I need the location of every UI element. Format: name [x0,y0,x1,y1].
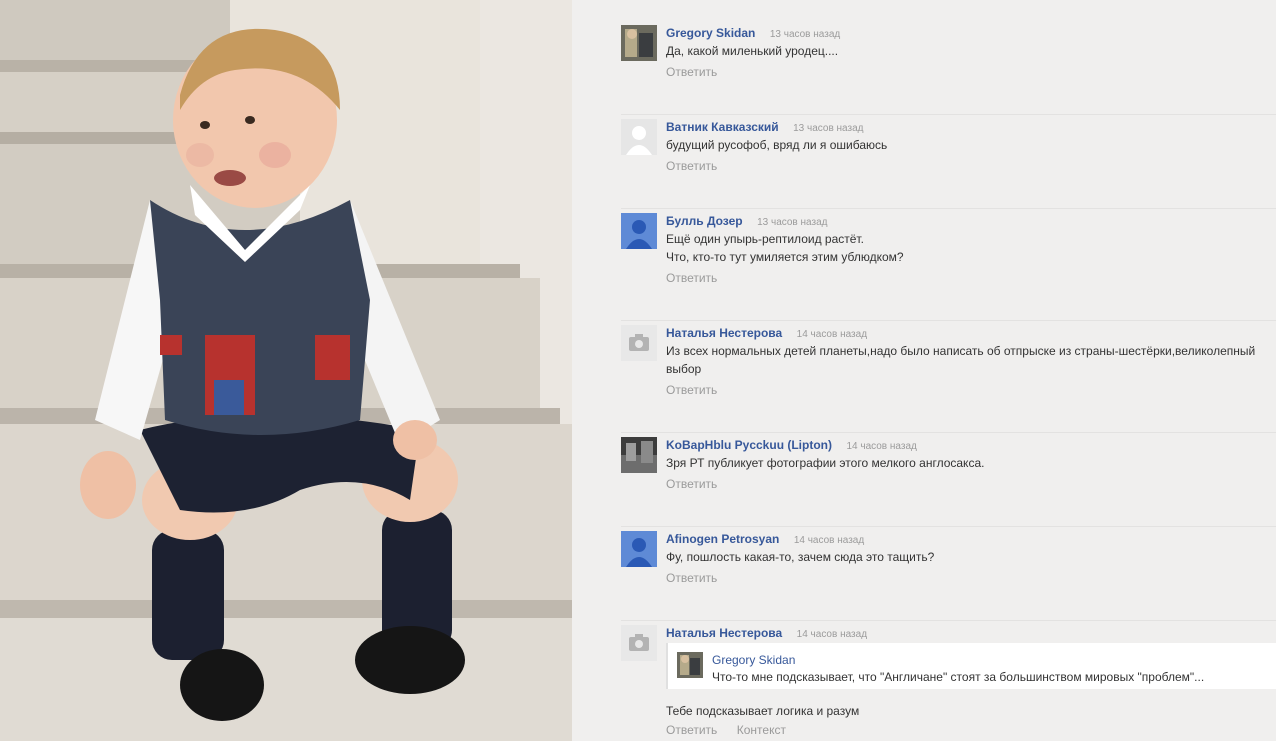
divider [621,526,1276,527]
comment-time: 14 часов назад [796,329,868,340]
comment-author[interactable]: Gregory Skidan [666,26,755,40]
comment-text-line: Да, какой миленький уродец.... [666,44,839,58]
reply-button[interactable]: Ответить [666,65,717,79]
photo-image [0,0,572,741]
comment-text-line: Фу, пошлость какая-то, зачем сюда это та… [666,550,935,564]
child-photo [0,0,572,741]
comment-item: Gregory Skidan 13 часов назад Да, какой … [621,25,1276,115]
comment-text: Фу, пошлость какая-то, зачем сюда это та… [666,548,1266,566]
default-person-icon [621,213,657,249]
photo-avatar-icon [621,25,657,61]
comment-author[interactable]: Ватник Кавказский [666,120,779,134]
default-person-icon [621,531,657,567]
comment-text-line: Из всех нормальных детей планеты,надо бы… [666,344,1256,358]
camera-icon [621,625,657,661]
comment-item: KoBapHblu Pycckuu (Lipton) 14 часов наза… [621,437,1276,527]
user-avatar[interactable] [621,325,657,361]
user-avatar[interactable] [621,437,657,473]
comment-text-line: будущий русофоб, вряд ли я ошибаюсь [666,138,888,152]
comment-text-line: выбор [666,362,702,376]
comment-text: Ещё один упырь-рептилоид растёт. Что, кт… [666,230,1266,266]
user-avatar[interactable] [621,213,657,249]
reply-button[interactable]: Ответить [666,477,717,491]
comment-text-line: Тебе подсказывает логика и разум [666,704,860,718]
comment-text: Зря РТ публикует фотографии этого мелког… [666,454,1266,472]
comment-text: будущий русофоб, вряд ли я ошибаюсь [666,136,1266,154]
user-avatar[interactable] [621,625,657,661]
comment-author[interactable]: Булль Дозер [666,214,743,228]
camera-icon [621,325,657,361]
quoted-author[interactable]: Gregory Skidan [712,653,795,667]
comments-panel: Gregory Skidan 13 часов назад Да, какой … [572,0,1276,741]
quoted-comment[interactable]: Gregory Skidan Что-то мне подсказывает, … [666,643,1276,689]
comment-text-line: Зря РТ публикует фотографии этого мелког… [666,456,985,470]
default-person-icon [621,119,657,155]
comment-time: 14 часов назад [796,629,868,640]
user-avatar[interactable] [621,25,657,61]
divider [621,620,1276,621]
divider [621,114,1276,115]
comment-time: 14 часов назад [793,535,865,546]
comment-time: 13 часов назад [769,29,841,40]
comment-text: Да, какой миленький уродец.... [666,42,1266,60]
reply-button[interactable]: Ответить [666,383,717,397]
comment-text-line: Что, кто-то тут умиляется этим ублюдком? [666,250,904,264]
comment-item: Наталья Нестерова 14 часов назад Gregory… [621,625,1276,741]
comment-time: 13 часов назад [793,123,864,134]
comment-item: Наталья Нестерова 14 часов назад Из всех… [621,325,1276,433]
reply-button[interactable]: Ответить [666,723,717,737]
comment-author[interactable]: Afinogen Petrosyan [666,532,779,546]
comment-text-line: Ещё один упырь-рептилоид растёт. [666,232,864,246]
user-avatar[interactable] [621,119,657,155]
comment-text: Из всех нормальных детей планеты,надо бы… [666,342,1266,378]
photo-avatar-icon [621,437,657,473]
divider [621,320,1276,321]
comment-author[interactable]: Наталья Нестерова [666,326,782,340]
comment-author[interactable]: Наталья Нестерова [666,626,782,640]
comment-author[interactable]: KoBapHblu Pycckuu (Lipton) [666,438,832,452]
comment-time: 14 часов назад [846,441,917,452]
reply-button[interactable]: Ответить [666,159,717,173]
user-avatar[interactable] [621,531,657,567]
quoted-user-avatar [677,652,703,678]
context-button[interactable]: Контекст [737,723,786,737]
comment-item: Ватник Кавказский 13 часов назад будущий… [621,119,1276,209]
comment-text: Тебе подсказывает логика и разум [666,702,859,720]
photo-avatar-icon [677,652,703,678]
comment-item: Булль Дозер 13 часов назад Ещё один упыр… [621,213,1276,321]
quoted-text: Что-то мне подсказывает, что "Англичане"… [712,670,1205,684]
comment-item: Afinogen Petrosyan 14 часов назад Фу, по… [621,531,1276,621]
comment-time: 13 часов назад [757,217,828,228]
reply-button[interactable]: Ответить [666,271,717,285]
divider [621,208,1276,209]
divider [621,432,1276,433]
reply-button[interactable]: Ответить [666,571,717,585]
